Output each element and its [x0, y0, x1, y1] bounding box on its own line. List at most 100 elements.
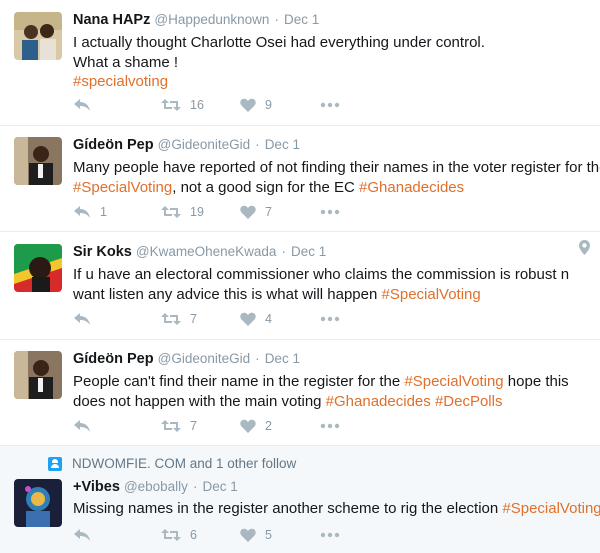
tweet-text-segment: People can't find their name in the regi…	[73, 373, 405, 390]
like-button[interactable]: 4	[240, 309, 272, 329]
tweet-text-segment: want listen any advice this is what will…	[73, 285, 382, 303]
hashtag-link[interactable]: #Ghanadecides	[326, 393, 431, 410]
author-name[interactable]: Gídeön Pep	[73, 137, 154, 153]
like-button[interactable]: 5	[240, 525, 272, 545]
timestamp[interactable]: Dec 1	[284, 12, 319, 27]
retweet-button[interactable]: 16	[161, 95, 204, 115]
more-button[interactable]	[320, 95, 340, 115]
retweet-icon	[161, 313, 181, 325]
more-button[interactable]	[320, 202, 340, 222]
reply-icon	[74, 99, 90, 111]
avatar-nana-hapz[interactable]	[14, 12, 62, 60]
tweet-3[interactable]: Sir Koks @KwameOheneKwada · Dec 1 If u h…	[0, 232, 600, 340]
avatar-gideon-pep[interactable]	[14, 137, 62, 185]
separator-dot: ·	[192, 479, 198, 494]
more-button[interactable]	[320, 525, 340, 545]
retweet-count: 19	[190, 205, 204, 219]
tweet-header: +Vibes @ebobally · Dec 1	[73, 479, 238, 495]
author-handle[interactable]: @KwameOheneKwada	[136, 244, 277, 259]
tweet-header: Sir Koks @KwameOheneKwada · Dec 1	[73, 244, 326, 260]
reply-icon	[74, 206, 90, 218]
tweet-line: What a shame !	[73, 53, 179, 71]
hashtag-link[interactable]: #SpecialVoting	[382, 286, 481, 303]
tweet-line: #SpecialVoting, not a good sign for the …	[73, 178, 588, 198]
more-dots-icon	[320, 316, 340, 322]
avatar-vibes[interactable]	[14, 479, 62, 527]
reply-button[interactable]	[73, 95, 91, 115]
heart-icon	[240, 419, 256, 433]
retweet-button[interactable]: 6	[161, 525, 197, 545]
author-name[interactable]: Nana HAPz	[73, 12, 150, 28]
reply-button[interactable]	[73, 416, 91, 436]
tweet-5[interactable]: NDWOMFIE. COM and 1 other follow +Vibes …	[0, 446, 600, 553]
tweet-line: does not happen with the main voting #Gh…	[73, 392, 588, 412]
tweet-actions: 16 9	[73, 95, 373, 115]
like-count: 5	[265, 528, 272, 542]
heart-icon	[240, 312, 256, 326]
like-count: 2	[265, 419, 272, 433]
heart-icon	[240, 98, 256, 112]
timestamp[interactable]: Dec 1	[203, 479, 238, 494]
map-pin-icon[interactable]	[579, 240, 590, 255]
hashtag-link[interactable]: #DecPolls	[435, 393, 503, 410]
more-button[interactable]	[320, 309, 340, 329]
like-button[interactable]: 7	[240, 202, 272, 222]
separator-dot: ·	[255, 351, 260, 366]
tweet-2[interactable]: Gídeön Pep @GideoniteGid · Dec 1 Many pe…	[0, 126, 600, 232]
reply-button[interactable]: 1	[73, 202, 107, 222]
retweet-icon	[161, 420, 181, 432]
timestamp[interactable]: Dec 1	[265, 351, 300, 366]
author-handle[interactable]: @GideoniteGid	[158, 351, 251, 366]
tweet-text-segment: hope this	[503, 373, 569, 390]
retweet-count: 7	[190, 419, 197, 433]
author-handle[interactable]: @Happedunknown	[154, 12, 269, 27]
retweet-count: 16	[190, 98, 204, 112]
retweet-button[interactable]: 7	[161, 309, 197, 329]
tweet-actions: 7 2	[73, 416, 373, 436]
tweet-line: want listen any advice this is what will…	[73, 285, 588, 305]
timestamp[interactable]: Dec 1	[291, 244, 326, 259]
retweet-count: 6	[190, 528, 197, 542]
tweet-text: Many people have reported of not finding…	[73, 158, 600, 198]
heart-icon	[240, 528, 256, 542]
follow-context[interactable]: NDWOMFIE. COM and 1 other follow	[48, 456, 296, 471]
hashtag-link[interactable]: #SpecialVoting	[73, 179, 172, 196]
heart-icon	[240, 205, 256, 219]
reply-icon	[74, 420, 90, 432]
tweet-text: People can't find their name in the regi…	[73, 372, 588, 411]
like-count: 4	[265, 312, 272, 326]
hashtag-link[interactable]: #SpecialVoting	[502, 500, 600, 517]
retweet-button[interactable]: 19	[161, 202, 204, 222]
tweet-4[interactable]: Gídeön Pep @GideoniteGid · Dec 1 People …	[0, 340, 600, 446]
user-icon	[48, 456, 62, 471]
reply-icon	[74, 529, 90, 541]
tweet-line: People can't find their name in the regi…	[73, 372, 588, 392]
author-name[interactable]: Gídeön Pep	[73, 351, 154, 367]
avatar-gideon-pep[interactable]	[14, 351, 62, 399]
hashtag-link[interactable]: #SpecialVoting	[404, 373, 503, 390]
reply-button[interactable]	[73, 525, 91, 545]
avatar-sir-koks[interactable]	[14, 244, 62, 292]
retweet-button[interactable]: 7	[161, 416, 197, 436]
tweet-line: I actually thought Charlotte Osei had ev…	[73, 34, 485, 51]
separator-dot: ·	[281, 244, 286, 259]
author-name[interactable]: +Vibes	[73, 479, 120, 495]
tweet-header: Nana HAPz @Happedunknown · Dec 1	[73, 12, 319, 28]
tweet-actions: 6 5	[73, 525, 373, 545]
hashtag-link[interactable]: #specialvoting	[73, 72, 588, 92]
author-name[interactable]: Sir Koks	[73, 244, 132, 260]
hashtag-link[interactable]: #Ghanadecides	[359, 179, 464, 196]
author-handle[interactable]: @ebobally	[124, 479, 188, 494]
tweet-line: If u have an electoral commissioner who …	[73, 266, 570, 283]
tweet-actions: 1 19 7	[73, 202, 373, 222]
retweet-icon	[161, 206, 181, 218]
more-button[interactable]	[320, 416, 340, 436]
tweet-1[interactable]: Nana HAPz @Happedunknown · Dec 1 I actua…	[0, 0, 600, 126]
retweet-count: 7	[190, 312, 197, 326]
reply-button[interactable]	[73, 309, 91, 329]
like-button[interactable]: 2	[240, 416, 272, 436]
timestamp[interactable]: Dec 1	[265, 137, 300, 152]
author-handle[interactable]: @GideoniteGid	[158, 137, 251, 152]
retweet-icon	[161, 529, 181, 541]
like-button[interactable]: 9	[240, 95, 272, 115]
